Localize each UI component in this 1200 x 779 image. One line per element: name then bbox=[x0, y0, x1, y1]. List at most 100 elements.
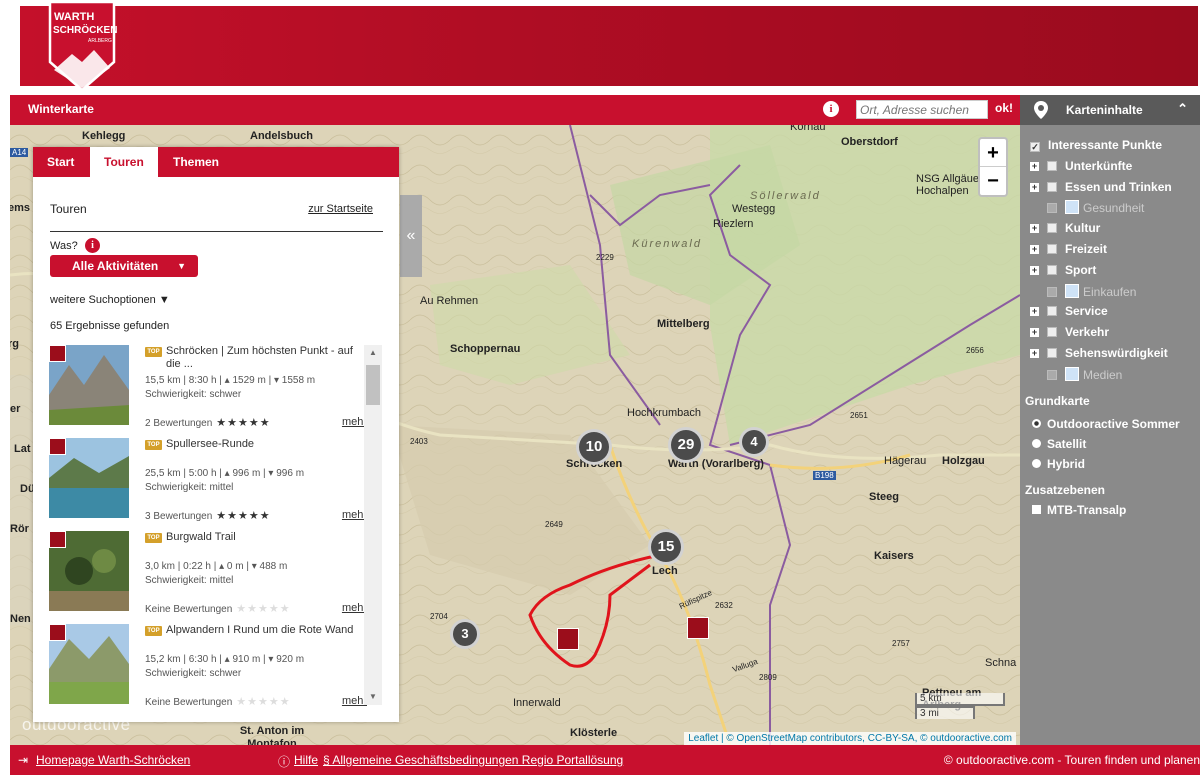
marker-cluster[interactable]: 4 bbox=[739, 427, 769, 457]
terms-link[interactable]: § Allgemeine Geschäftsbedingungen Regio … bbox=[323, 753, 623, 767]
info-icon[interactable]: i bbox=[823, 101, 839, 117]
base-map-option[interactable]: Hybrid bbox=[1032, 457, 1085, 471]
list-scrollbar[interactable]: ▲ ▼ bbox=[364, 345, 382, 705]
checkbox-icon[interactable] bbox=[1047, 306, 1057, 317]
tab-touren[interactable]: Touren bbox=[90, 147, 158, 177]
peak-label: 2651 bbox=[850, 411, 868, 420]
footer-credit: © outdooractive.com - Touren finden und … bbox=[943, 753, 1200, 767]
info-icon[interactable]: i bbox=[85, 238, 100, 253]
expand-icon[interactable]: + bbox=[1030, 307, 1039, 317]
edge-label: Rör bbox=[10, 523, 29, 535]
tour-title[interactable]: Burgwald Trail bbox=[166, 531, 366, 544]
checkbox-checked-icon[interactable]: ✓ bbox=[1030, 142, 1040, 152]
warth-schroecken-logo[interactable]: WARTH SCHRÖCKEN ARLBERG bbox=[44, 0, 120, 92]
panel-collapse-button[interactable]: « bbox=[400, 195, 422, 277]
expand-icon[interactable]: + bbox=[1030, 224, 1039, 234]
checkbox-icon[interactable] bbox=[1047, 327, 1057, 338]
list-item[interactable]: TOP Schröcken | Zum höchsten Punkt - auf… bbox=[48, 342, 368, 430]
marker-cluster[interactable]: 3 bbox=[450, 619, 480, 649]
scroll-thumb[interactable] bbox=[366, 365, 380, 405]
location-pin-icon bbox=[1034, 101, 1048, 119]
layer-item[interactable]: + Sport bbox=[1030, 263, 1096, 279]
radio-icon bbox=[1032, 459, 1041, 468]
layer-label: Sehenswürdigkeit bbox=[1065, 346, 1168, 360]
more-options-toggle[interactable]: weitere Suchoptionen ▼ bbox=[50, 294, 170, 306]
tour-title[interactable]: Alpwandern I Rund um die Rote Wand bbox=[166, 624, 366, 637]
divider bbox=[50, 231, 383, 232]
expand-icon[interactable]: + bbox=[1030, 265, 1039, 275]
checkbox-icon[interactable] bbox=[1047, 203, 1057, 214]
layer-item[interactable]: + Kultur bbox=[1030, 221, 1100, 237]
base-map-option[interactable]: Satellit bbox=[1032, 437, 1086, 451]
marker-cluster[interactable]: 29 bbox=[668, 427, 704, 463]
layer-item[interactable]: + Verkehr bbox=[1030, 325, 1109, 341]
place-label: Kürenwald bbox=[632, 238, 702, 250]
hiking-marker-icon[interactable] bbox=[557, 628, 579, 650]
option-label: Hybrid bbox=[1047, 457, 1086, 471]
expand-icon[interactable]: + bbox=[1030, 349, 1039, 358]
extra-layer-option[interactable]: MTB-Transalp bbox=[1032, 503, 1126, 517]
location-search-input[interactable] bbox=[856, 100, 988, 119]
expand-icon[interactable]: + bbox=[1030, 182, 1039, 192]
scroll-up-icon[interactable]: ▲ bbox=[364, 345, 382, 361]
checkbox-icon[interactable] bbox=[1047, 160, 1057, 171]
tour-difficulty: Schwierigkeit: schwer bbox=[145, 389, 242, 400]
list-item[interactable]: TOP Burgwald Trail 3,0 km | 0:22 h | ▴ 0… bbox=[48, 528, 368, 616]
place-label: Kehlegg bbox=[82, 130, 126, 142]
zoom-out-button[interactable]: − bbox=[980, 167, 1006, 195]
layer-item[interactable]: + Service bbox=[1030, 304, 1108, 320]
checkbox-icon[interactable] bbox=[1047, 369, 1057, 380]
layer-item[interactable]: + Sehenswürdigkeit bbox=[1030, 346, 1168, 362]
activity-select[interactable]: Alle Aktivitäten ▼ bbox=[50, 255, 198, 277]
place-label: Schoppernau bbox=[450, 343, 521, 355]
peak-label: 2632 bbox=[715, 601, 733, 610]
layer-item[interactable]: Medien bbox=[1030, 366, 1122, 383]
checkbox-icon[interactable] bbox=[1047, 223, 1057, 234]
expand-icon[interactable]: + bbox=[1030, 328, 1039, 338]
list-item[interactable]: TOP Spullersee-Runde 25,5 km | 5:00 h | … bbox=[48, 435, 368, 523]
checkbox-icon[interactable] bbox=[1047, 348, 1057, 358]
base-map-option[interactable]: Outdooractive Sommer bbox=[1032, 417, 1180, 431]
checkbox-icon[interactable] bbox=[1047, 244, 1057, 254]
hiking-marker-icon[interactable] bbox=[687, 617, 709, 639]
chevron-up-icon[interactable]: ⌃ bbox=[1177, 101, 1188, 117]
sidebar-header[interactable]: Karteninhalte ⌃ bbox=[1020, 95, 1200, 125]
homepage-link[interactable]: Homepage Warth-Schröcken bbox=[36, 753, 190, 767]
layer-item[interactable]: Einkaufen bbox=[1030, 283, 1136, 300]
list-item[interactable]: TOP Alpwandern I Rund um die Rote Wand 1… bbox=[48, 621, 368, 709]
map-title: Winterkarte bbox=[28, 102, 94, 116]
layer-item[interactable]: ✓ Interessante Punkte bbox=[1030, 138, 1162, 154]
layer-label: Sport bbox=[1065, 262, 1097, 277]
hiking-icon bbox=[49, 345, 66, 362]
place-label: Schna bbox=[985, 657, 1017, 669]
scroll-down-icon[interactable]: ▼ bbox=[364, 689, 382, 705]
map-attribution[interactable]: Leaflet | © OpenStreetMap contributors, … bbox=[684, 732, 1016, 745]
expand-icon[interactable]: + bbox=[1030, 245, 1039, 254]
place-label: Hochkrumbach bbox=[627, 407, 701, 419]
tab-start[interactable]: Start bbox=[33, 147, 88, 177]
option-label: MTB-Transalp bbox=[1047, 503, 1127, 517]
home-link[interactable]: zur Startseite bbox=[308, 203, 373, 215]
map-scale: 5 km 3 mi bbox=[915, 693, 1011, 719]
marker-cluster[interactable]: 15 bbox=[648, 529, 684, 565]
layer-item[interactable]: + Unterkünfte bbox=[1030, 159, 1132, 175]
layer-item[interactable]: Gesundheit bbox=[1030, 200, 1144, 216]
edge-label: Lat bbox=[14, 443, 31, 455]
layer-item[interactable]: + Freizeit bbox=[1030, 242, 1107, 258]
tour-title[interactable]: Schröcken | Zum höchsten Punkt - auf die… bbox=[166, 345, 366, 371]
mountainbike-icon bbox=[49, 531, 66, 548]
checkbox-icon[interactable] bbox=[1047, 286, 1057, 297]
checkbox-icon[interactable] bbox=[1047, 181, 1057, 192]
expand-icon[interactable]: + bbox=[1030, 161, 1039, 171]
place-label: Riezlern bbox=[713, 218, 754, 230]
tour-stats: 3,0 km | 0:22 h | ▴ 0 m | ▾ 488 m bbox=[145, 561, 288, 572]
search-ok-button[interactable]: ok! bbox=[995, 101, 1013, 115]
layer-item[interactable]: + Essen und Trinken bbox=[1030, 180, 1172, 196]
tab-themen[interactable]: Themen bbox=[159, 147, 233, 177]
tour-title[interactable]: Spullersee-Runde bbox=[166, 438, 366, 451]
checkbox-icon[interactable] bbox=[1047, 264, 1057, 275]
zoom-in-button[interactable]: + bbox=[980, 139, 1006, 167]
help-link[interactable]: Hilfe bbox=[294, 753, 318, 767]
marker-cluster[interactable]: 10 bbox=[576, 429, 612, 465]
tour-stats: 25,5 km | 5:00 h | ▴ 996 m | ▾ 996 m bbox=[145, 468, 305, 479]
